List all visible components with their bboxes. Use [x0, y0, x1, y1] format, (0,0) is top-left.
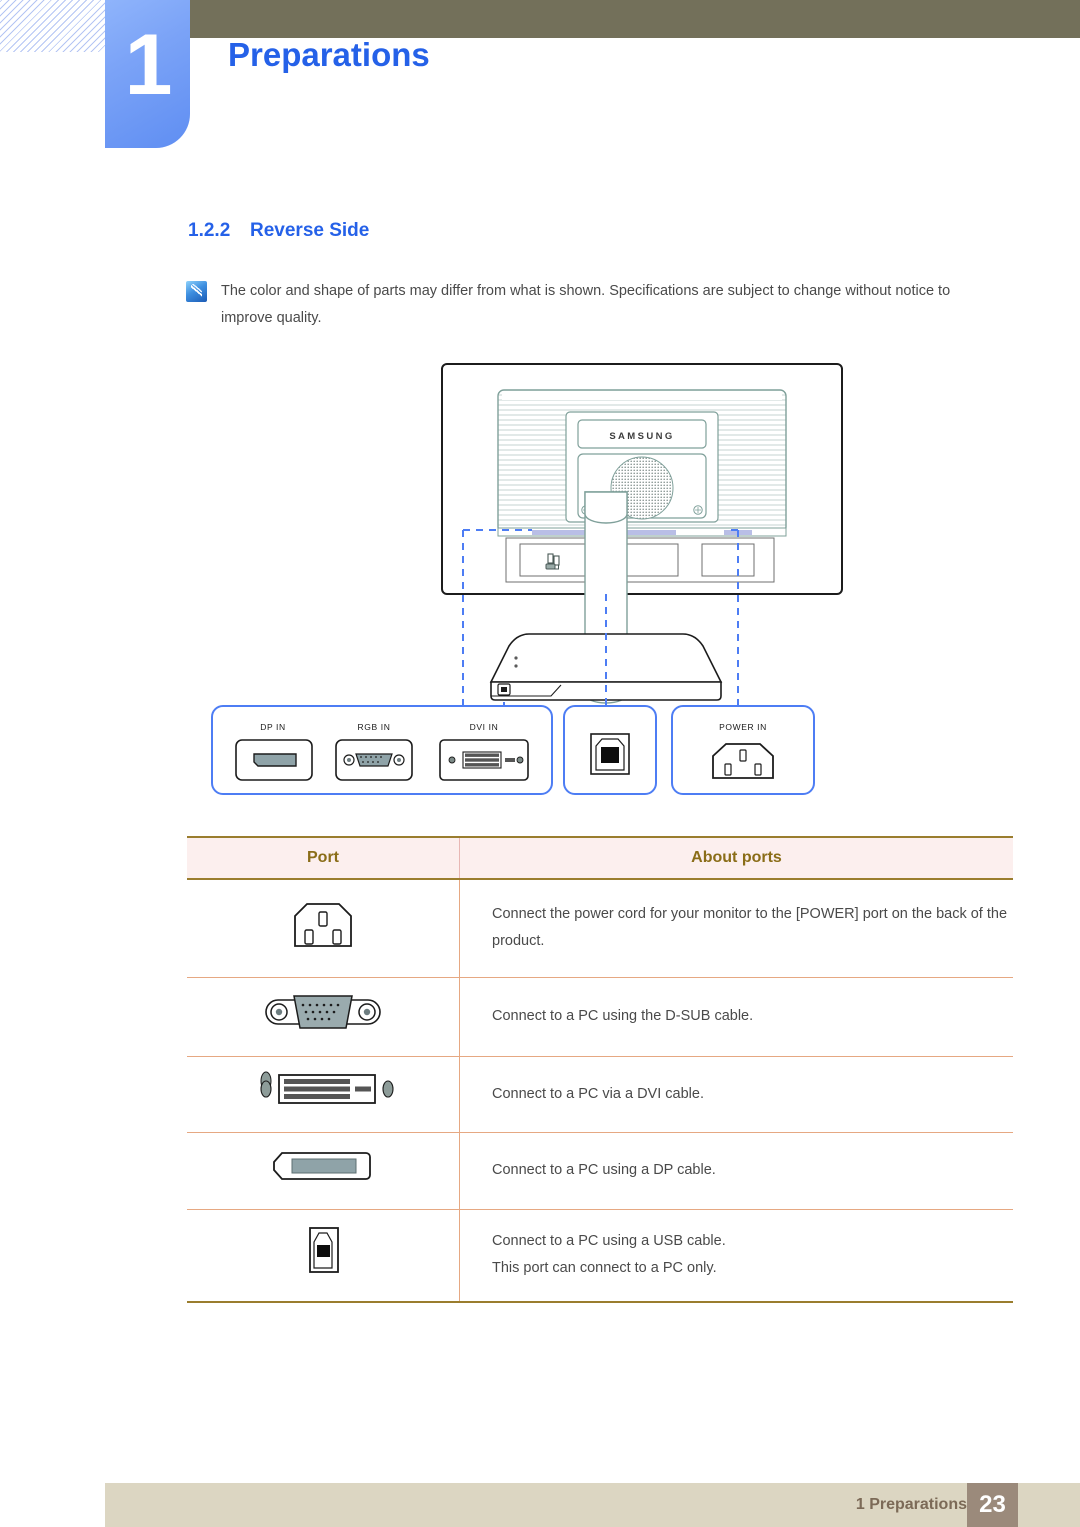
- note-icon: [186, 281, 207, 302]
- d-sub-rgb-port-icon: [265, 994, 381, 1029]
- callout-label-dp-in: DP IN: [260, 722, 286, 732]
- table-header-port: Port: [187, 837, 460, 880]
- diagonal-stripe-decoration: [0, 0, 106, 52]
- callout-label-rgb-in: RGB IN: [358, 722, 391, 732]
- chapter-number: 1: [124, 17, 173, 113]
- table-cell-port: [187, 1209, 460, 1302]
- table-header-row: Port About ports: [187, 837, 1013, 880]
- monitor-port-recess: [505, 537, 775, 583]
- table-row: Connect to a PC via a DVI cable.: [187, 1056, 1013, 1133]
- description-line: Connect to a PC using the D-SUB cable.: [492, 1008, 754, 1025]
- section-heading: 1.2.2 Reverse Side: [188, 220, 369, 242]
- page-number: 23: [967, 1483, 1018, 1527]
- rgb-in-jack-icon: [335, 739, 413, 781]
- table-cell-port: [187, 977, 460, 1058]
- dvi-in-jack-icon: [439, 739, 529, 781]
- monitor-rear-panel: SAMSUNG: [497, 389, 787, 537]
- usb-b-port-icon: [309, 1227, 339, 1274]
- section-number: 1.2.2: [188, 220, 231, 241]
- power-in-jack-icon: [712, 743, 774, 779]
- table-cell-description: Connect to a PC using the D-SUB cable.: [459, 977, 1013, 1058]
- dp-in-jack-icon: [235, 739, 313, 781]
- table-cell-description: Connect to a PC using a DP cable.: [459, 1132, 1013, 1211]
- callout-label-power-in: POWER IN: [719, 722, 767, 732]
- table-row: Connect to a PC using a USB cable. This …: [187, 1209, 1014, 1302]
- callout-label-dvi-in: DVI IN: [470, 722, 499, 732]
- dvi-port-icon: [260, 1071, 394, 1104]
- table-row: Connect to a PC using a DP cable.: [187, 1132, 1013, 1211]
- callout-power-port: POWER IN: [671, 705, 815, 795]
- table-header-about-ports: About ports: [459, 837, 1013, 880]
- table-cell-port: [187, 1056, 460, 1133]
- callout-usb-port: [563, 705, 657, 795]
- note-block: The color and shape of parts may differ …: [186, 278, 976, 332]
- usb-b-jack-icon: [590, 733, 630, 775]
- reverse-side-illustration: SAMSUNG DP IN RGB IN DVI IN POWER IN: [186, 358, 1016, 818]
- ports-table: Port About ports Connect the power cord …: [187, 836, 1013, 1303]
- footer-chapter-text: 1 Preparations: [855, 1496, 967, 1513]
- brand-logo: SAMSUNG: [609, 431, 674, 442]
- power-in-port-icon: [294, 903, 352, 947]
- table-cell-description: Connect the power cord for your monitor …: [459, 879, 1013, 978]
- description-line: Connect the power cord for your monitor …: [492, 905, 1008, 950]
- description-line: Connect to a PC using a DP cable.: [492, 1162, 716, 1179]
- displayport-port-icon: [273, 1151, 371, 1180]
- table-cell-description: Connect to a PC using a USB cable. This …: [460, 1210, 1014, 1302]
- table-row: Connect to a PC using the D-SUB cable.: [187, 977, 1013, 1058]
- description-line: This port can connect to a PC only.: [492, 1260, 717, 1277]
- table-cell-port: [187, 1132, 460, 1211]
- note-text: The color and shape of parts may differ …: [221, 283, 951, 326]
- description-line: Connect to a PC using a USB cable.: [492, 1232, 726, 1249]
- callout-video-ports: DP IN RGB IN DVI IN: [211, 705, 553, 795]
- table-cell-description: Connect to a PC via a DVI cable.: [459, 1056, 1013, 1133]
- table-cell-port: [187, 879, 460, 978]
- section-title: Reverse Side: [250, 220, 370, 241]
- chapter-title: Preparations: [228, 36, 430, 73]
- table-row: Connect the power cord for your monitor …: [187, 879, 1013, 978]
- header-olive-bar: [190, 0, 1080, 38]
- description-line: Connect to a PC via a DVI cable.: [492, 1085, 704, 1102]
